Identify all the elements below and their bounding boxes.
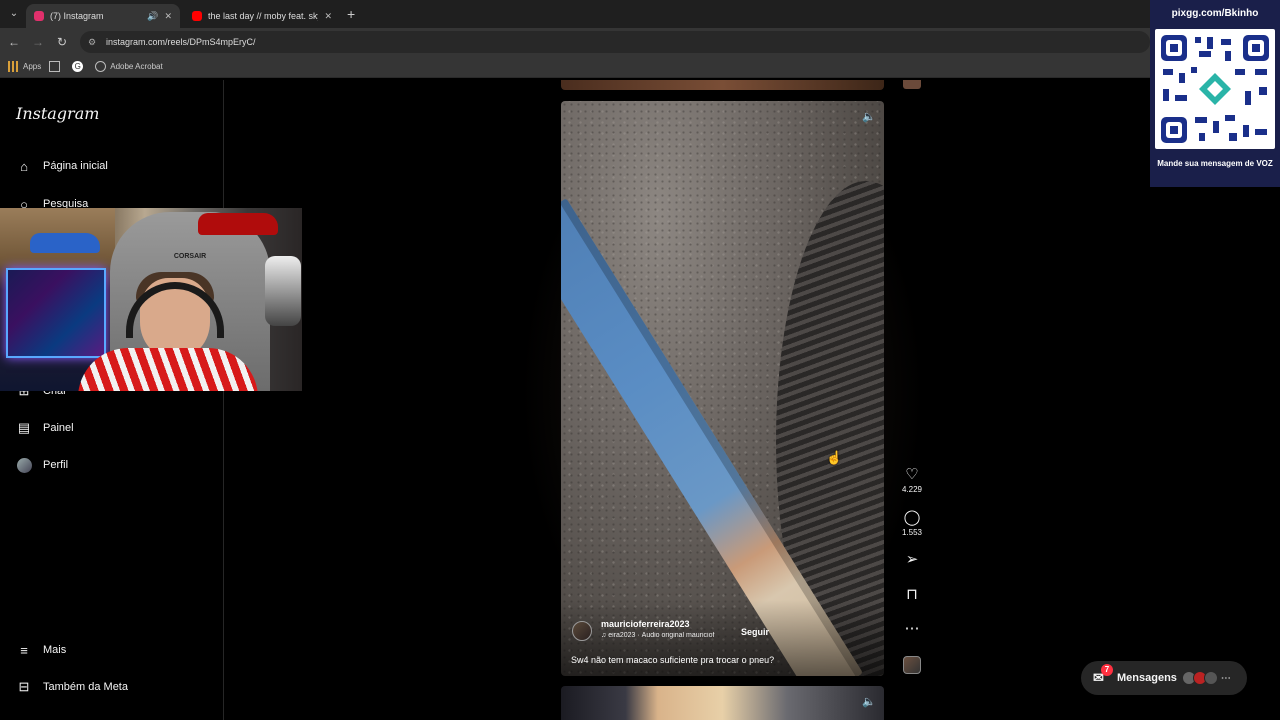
tab-title: the last day // moby feat. skylar [208,11,318,21]
webcam-shirt [78,348,258,391]
webcam-red-car [198,213,278,235]
hand-cursor-icon: ☝ [826,450,843,465]
reel-username[interactable]: mauricioferreira2023 [601,619,690,629]
message-badge: 7 [1101,664,1113,676]
reload-icon[interactable]: ↻ [54,34,70,50]
bookmark-apps[interactable]: Apps [8,61,41,72]
send-icon: ➢ [905,551,919,568]
bookmark-acrobat[interactable]: Adobe Acrobat [95,61,163,72]
close-tab-icon[interactable]: ✕ [324,11,332,22]
more-options-button[interactable]: ⋯ [900,620,924,638]
chair-brand: CORSAIR [173,253,207,260]
messages-label: Mensagens [1117,672,1177,684]
previous-reel-avatar[interactable] [903,80,921,89]
bookmark-grid[interactable] [49,61,64,72]
youtube-favicon-icon [192,11,202,21]
instagram-favicon-icon [34,11,44,21]
apps-grid-icon [8,61,19,72]
sidebar-item-profile[interactable]: Perfil [16,457,68,473]
comment-icon: ◯ [903,509,921,526]
tab-youtube[interactable]: the last day // moby feat. skylar ✕ [184,4,340,28]
messenger-icon: ✉ 7 [1093,664,1113,686]
webcam-pc-case [6,268,106,358]
acrobat-icon [95,61,107,72]
like-count: 4.229 [901,485,923,494]
webcam-model-car [30,233,100,253]
bookmarks-bar: Apps G Adobe Acrobat [0,56,1280,78]
heart-icon: ♡ [905,466,919,483]
message-avatars: ⋯ [1181,671,1231,685]
share-button[interactable]: ➢ [900,551,924,569]
back-icon[interactable]: ← [6,34,22,50]
url-field[interactable]: ⚙ instagram.com/reels/DPmS4mpEryC/ [80,31,1150,53]
dashboard-icon: ▤ [17,420,31,435]
webcam-overlay: CORSAIR [0,208,302,391]
forward-icon[interactable]: → [30,34,46,50]
next-reel[interactable] [561,686,884,720]
grid-icon [49,61,61,72]
donation-overlay: pixgg.com/Bkinho Mande sua mensagem de V… [1150,0,1280,187]
instagram-sidebar: Instagram [0,80,224,720]
reel-audio[interactable]: ♫ eira2023 · Áudio original mauriciof [601,632,741,639]
site-info-icon[interactable]: ⚙ [88,37,100,48]
qr-code-icon [1155,29,1275,149]
more-icon: ⋯ [904,620,920,637]
comment-button[interactable]: ◯ 1.553 [900,509,924,537]
follow-button[interactable]: Seguir [741,627,769,637]
meta-icon: ⊟ [18,679,30,694]
like-button[interactable]: ♡ 4.229 [900,466,924,494]
home-icon: ⌂ [20,158,28,174]
qr-code-graphic [1161,35,1269,143]
avatar [1203,671,1218,685]
volume-icon[interactable]: 🔈 [862,110,876,124]
messages-button[interactable]: ✉ 7 Mensagens ⋯ [1081,661,1247,695]
address-bar-row: ← → ↻ ⚙ instagram.com/reels/DPmS4mpEryC/ [0,28,1280,56]
close-tab-icon[interactable]: ✕ [164,11,172,22]
save-button[interactable]: ⊓ [900,586,924,604]
profile-avatar-icon [16,457,32,473]
sidebar-item-dashboard[interactable]: ▤ Painel [16,420,74,436]
comment-count: 1.553 [901,528,923,537]
sidebar-item-home[interactable]: ⌂ Página inicial [16,158,108,174]
tab-bar: ⌄ (7) Instagram 🔊 ✕ the last day // moby… [0,0,1280,28]
tab-instagram[interactable]: (7) Instagram 🔊 ✕ [26,4,180,28]
sidebar-item-more[interactable]: ≡ Mais [16,642,66,658]
previous-reel[interactable] [561,80,884,90]
more-icon: ⋯ [1220,672,1231,684]
webcam-motorcycle [265,256,301,326]
google-icon: G [72,61,84,72]
bookmark-icon: ⊓ [906,586,918,603]
volume-icon[interactable]: 🔈 [862,695,876,709]
reel-video[interactable] [561,101,884,676]
speaker-icon[interactable]: 🔊 [147,11,158,22]
url-text: instagram.com/reels/DPmS4mpEryC/ [106,37,256,47]
tab-title: (7) Instagram [50,11,104,21]
menu-icon: ≡ [20,642,28,658]
sidebar-item-meta[interactable]: ⊟ Também da Meta [16,679,128,695]
bookmark-google[interactable]: G [72,61,87,72]
overlay-message: Mande sua mensagem de VOZ [1157,159,1273,168]
reel-author-avatar[interactable] [572,621,592,641]
tab-search-dropdown-icon[interactable]: ⌄ [6,6,22,22]
audio-thumbnail[interactable] [903,656,921,674]
overlay-url: pixgg.com/Bkinho [1171,8,1259,19]
instagram-logo[interactable]: Instagram [16,104,99,123]
reel-caption[interactable]: Sw4 não tem macaco suficiente pra trocar… [571,655,774,665]
new-tab-button[interactable]: + [347,6,355,22]
